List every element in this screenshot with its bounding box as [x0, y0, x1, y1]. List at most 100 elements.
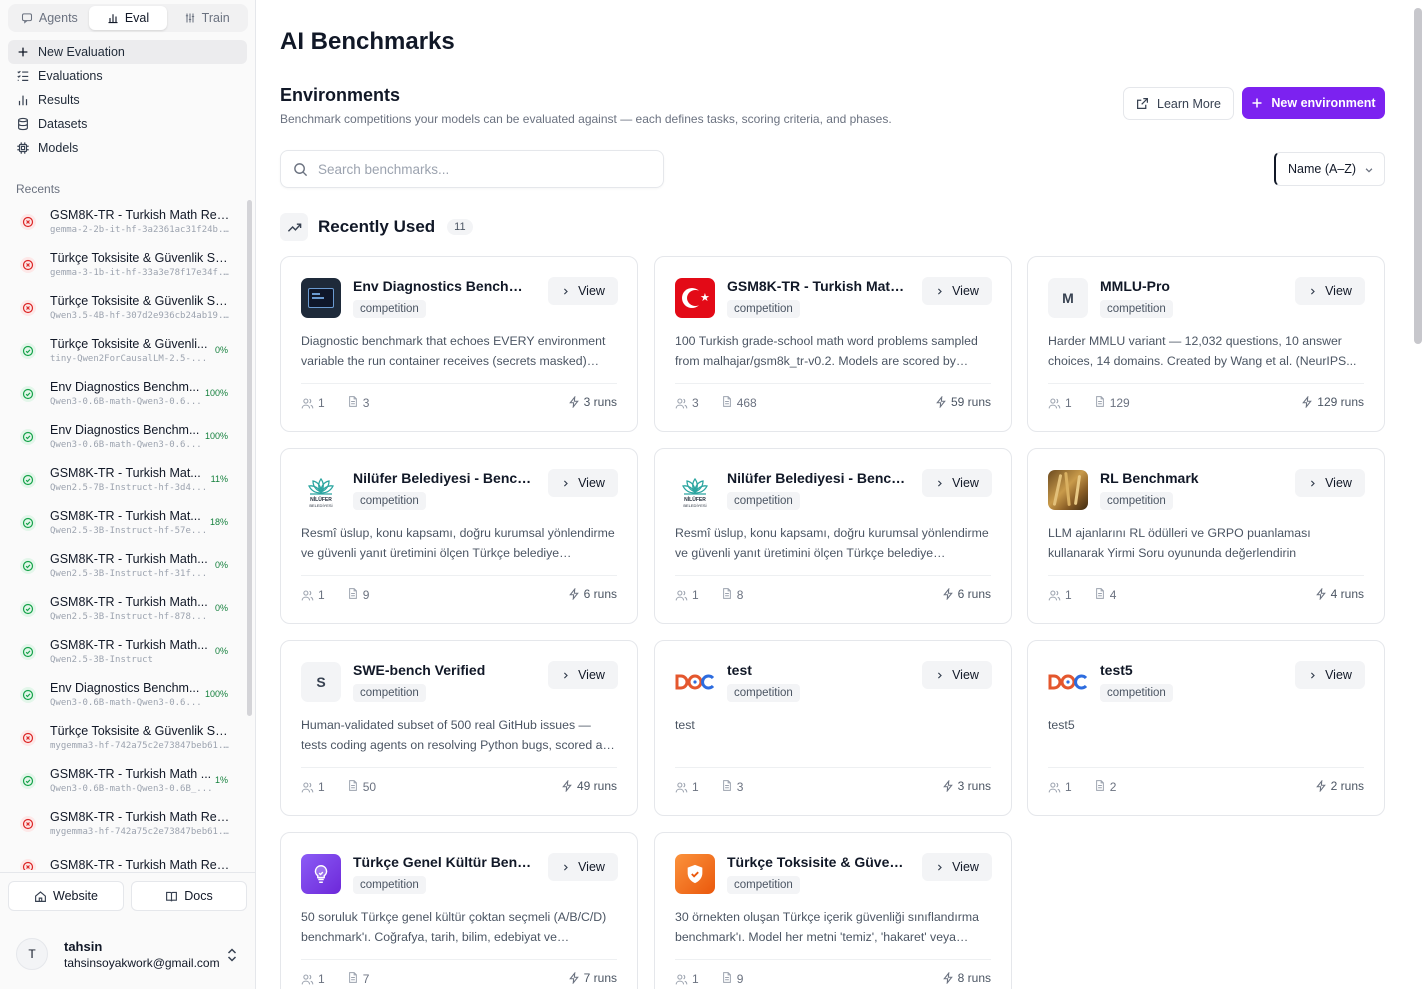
search-input[interactable]	[318, 161, 638, 177]
view-button[interactable]: View	[548, 661, 618, 689]
recent-text: GSM8K-TR - Turkish Math... Qwen2.5-3B-Ins…	[50, 595, 230, 622]
bar-chart-icon	[18, 95, 28, 106]
card-description: 100 Turkish grade-school math word probl…	[675, 334, 978, 368]
runs-count: 3 runs	[942, 779, 991, 793]
recent-text: Türkçe Toksisite & Güvenli... tiny-Qwen2F…	[50, 337, 230, 364]
recent-item[interactable]: Türkçe Toksisite & Güvenlik Sın... Qwen3.…	[8, 286, 246, 329]
chevron-right-icon	[1311, 287, 1315, 295]
user-menu[interactable]: T tahsin tahsinsoyakwork@gmail.com	[8, 929, 248, 979]
section-description: Benchmark competitions your models can b…	[280, 112, 892, 126]
view-button[interactable]: View	[922, 277, 992, 305]
svg-text:NİLÜFER: NİLÜFER	[684, 496, 706, 503]
users-icon	[301, 590, 314, 600]
card-divider	[1048, 575, 1364, 576]
letter-avatar-icon: S	[301, 662, 341, 702]
card-title: SWE-bench Verified	[353, 662, 486, 678]
recent-item[interactable]: Türkçe Toksisite & Güvenli... tiny-Qwen2F…	[8, 329, 246, 372]
view-label: View	[952, 284, 979, 298]
competition-badge: competition	[353, 492, 426, 510]
sidebar-nav: New Evaluation Evaluations Results Datas…	[8, 40, 247, 160]
benchmark-card[interactable]: Env Diagnostics Benchmark competition View…	[280, 256, 638, 432]
view-button[interactable]: View	[548, 469, 618, 497]
runs-label: 8 runs	[957, 971, 991, 985]
benchmark-card[interactable]: Türkçe Genel Kültür Bench... competition V…	[280, 832, 638, 989]
recent-item[interactable]: GSM8K-TR - Turkish Mat... Qwen2.5-3B-Inst…	[8, 501, 246, 544]
view-button[interactable]: View	[922, 469, 992, 497]
recent-text: Türkçe Toksisite & Güvenlik Sın... gemma-…	[50, 251, 230, 278]
website-button[interactable]: Website	[8, 881, 124, 911]
benchmark-card[interactable]: NİLÜFER BELEDİYESİ Nilüfer Belediyesi - Be…	[654, 448, 1012, 624]
sidebar-scrollbar[interactable]	[247, 200, 252, 716]
recent-text: Env Diagnostics Benchm... Qwen3-0.6B-math…	[50, 380, 230, 407]
benchmark-card[interactable]: S SWE-bench Verified competition View Human-…	[280, 640, 638, 816]
recent-item[interactable]: GSM8K-TR - Turkish Math... Qwen2.5-3B-Ins…	[8, 587, 246, 630]
benchmark-card[interactable]: test competition View test 1 3 3 runs	[654, 640, 1012, 816]
recent-item[interactable]: Türkçe Toksisite & Güvenlik Sın... gemma-…	[8, 243, 246, 286]
benchmark-card[interactable]: test5 competition View test5 1 2 2 runs	[1027, 640, 1385, 816]
recent-item[interactable]: GSM8K-TR - Turkish Math ... Qwen3-0.6B-ma…	[8, 759, 246, 802]
runs-label: 6 runs	[583, 587, 617, 601]
bar-chart-icon	[108, 14, 118, 24]
recent-item[interactable]: GSM8K-TR - Turkish Math Rea... mygemma3-h…	[8, 802, 246, 845]
nav-evaluations[interactable]: Evaluations	[8, 64, 247, 88]
home-icon	[35, 890, 46, 902]
main-scrollbar[interactable]	[1414, 8, 1422, 344]
recent-item[interactable]: GSM8K-TR - Turkish Math Rea... gemma-2-2b…	[8, 200, 246, 243]
view-button[interactable]: View	[1295, 469, 1365, 497]
recent-item[interactable]: Türkçe Toksisite & Güvenlik Sın... mygemm…	[8, 716, 246, 759]
recent-subtitle: mygemma3-hf-742a75c2e73847beb61...	[50, 827, 230, 837]
new-environment-button[interactable]: New environment	[1242, 87, 1385, 119]
card-divider	[301, 575, 617, 576]
nav-results[interactable]: Results	[8, 88, 247, 112]
benchmark-card[interactable]: M MMLU-Pro competition View Harder MMLU vari…	[1027, 256, 1385, 432]
view-button[interactable]: View	[1295, 277, 1365, 305]
recent-item[interactable]: Env Diagnostics Benchm... Qwen3-0.6B-math…	[8, 372, 246, 415]
view-button[interactable]: View	[922, 853, 992, 881]
runs-count: 8 runs	[942, 971, 991, 985]
benchmark-card[interactable]: RL Benchmark competition View LLM ajanların…	[1027, 448, 1385, 624]
recent-title: Env Diagnostics Benchm...	[50, 681, 200, 695]
benchmark-card[interactable]: ★ GSM8K-TR - Turkish Math ... competition V…	[654, 256, 1012, 432]
new-environment-label: New environment	[1271, 96, 1376, 110]
learn-more-button[interactable]: Learn More	[1123, 87, 1234, 120]
view-label: View	[1325, 476, 1352, 490]
recent-item[interactable]: Env Diagnostics Benchm... Qwen3-0.6B-math…	[8, 673, 246, 716]
competition-badge: competition	[1100, 300, 1173, 318]
docs-count: 2	[1109, 780, 1117, 794]
benchmark-card[interactable]: Türkçe Toksisite & Güvenlik... competitio…	[654, 832, 1012, 989]
recent-item[interactable]: Env Diagnostics Benchm... Qwen3-0.6B-math…	[8, 415, 246, 458]
competition-badge: competition	[1100, 492, 1173, 510]
recent-item[interactable]: GSM8K-TR - Turkish Math... Qwen2.5-3B-Ins…	[8, 630, 246, 673]
card-description: Resmî üslup, konu kapsamı, doğru kurumsa…	[675, 526, 989, 560]
recent-item[interactable]: GSM8K-TR - Turkish Math Rea...	[8, 845, 246, 870]
app-root: Agents Eval Train New Evaluation Evaluat…	[0, 0, 1424, 989]
nav-datasets[interactable]: Datasets	[8, 112, 247, 136]
website-label: Website	[53, 889, 98, 903]
recent-item[interactable]: GSM8K-TR - Turkish Math... Qwen2.5-3B-Ins…	[8, 544, 246, 587]
tab-train[interactable]: Train	[167, 6, 246, 30]
recent-score: 0%	[214, 345, 228, 355]
view-button[interactable]: View	[548, 277, 618, 305]
nav-models[interactable]: Models	[8, 136, 247, 160]
view-button[interactable]: View	[1295, 661, 1365, 689]
benchmark-card[interactable]: NİLÜFER BELEDİYESİ Nilüfer Belediyesi - Be…	[280, 448, 638, 624]
view-button[interactable]: View	[922, 661, 992, 689]
check-circle-icon	[20, 600, 36, 617]
users-icon	[675, 782, 688, 792]
nav-new-evaluation[interactable]: New Evaluation	[8, 40, 247, 64]
card-title: MMLU-Pro	[1100, 278, 1170, 294]
tab-eval[interactable]: Eval	[88, 6, 168, 30]
docs-button[interactable]: Docs	[131, 881, 247, 911]
sort-select[interactable]: Name (A–Z)	[1274, 152, 1385, 186]
recent-text: GSM8K-TR - Turkish Math... Qwen2.5-3B-Ins…	[50, 552, 230, 579]
dog-logo-icon	[675, 662, 715, 702]
tab-agents[interactable]: Agents	[10, 6, 89, 30]
chevron-down-icon	[1365, 168, 1373, 173]
recent-subtitle: Qwen3-0.6B-math-Qwen3-0.6...	[50, 397, 202, 407]
recently-used-header: Recently Used 11	[280, 213, 473, 241]
check-circle-icon	[20, 772, 36, 789]
chevron-right-icon	[564, 671, 568, 679]
view-button[interactable]: View	[548, 853, 618, 881]
recent-item[interactable]: GSM8K-TR - Turkish Mat... Qwen2.5-7B-Inst…	[8, 458, 246, 501]
docs-count: 4	[1109, 588, 1117, 602]
